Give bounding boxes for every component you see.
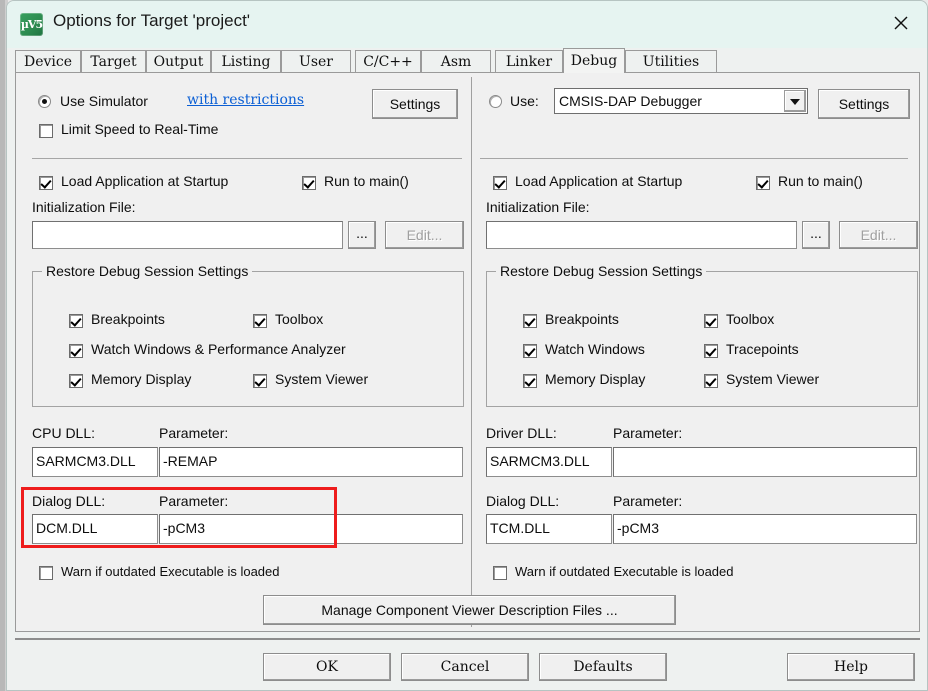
tab-cpp[interactable]: C/C++: [355, 50, 421, 73]
restore-tracepoints-checkbox-right[interactable]: [704, 344, 718, 358]
restore-breakpoints-label-right[interactable]: Breakpoints: [545, 311, 619, 327]
dialog-parameter-input-right[interactable]: -pCM3: [613, 514, 917, 544]
load-application-label-left[interactable]: Load Application at Startup: [61, 173, 228, 189]
cpu-parameter-input[interactable]: -REMAP: [159, 447, 463, 477]
title-bar: µV5 Options for Target 'project': [7, 1, 927, 48]
use-debugger-label[interactable]: Use:: [510, 93, 539, 109]
tab-utilities[interactable]: Utilities: [625, 50, 717, 73]
options-dialog-window: µV5 Options for Target 'project' Device …: [6, 0, 928, 691]
restore-breakpoints-checkbox-right[interactable]: [523, 314, 537, 328]
restore-system-viewer-label-right[interactable]: System Viewer: [726, 371, 819, 387]
restore-breakpoints-label-left[interactable]: Breakpoints: [91, 311, 165, 327]
chevron-down-icon[interactable]: [784, 90, 806, 112]
run-to-main-checkbox-left[interactable]: [302, 176, 316, 190]
restore-session-group-right: Restore Debug Session Settings Breakpoin…: [486, 263, 918, 407]
tab-user[interactable]: User: [281, 50, 351, 73]
use-simulator-radio[interactable]: [38, 95, 51, 108]
restore-session-title-left: Restore Debug Session Settings: [42, 263, 253, 279]
restore-toolbox-label-left[interactable]: Toolbox: [275, 311, 323, 327]
dialog-dll-label-right: Dialog DLL:: [486, 493, 560, 509]
browse-button-right[interactable]: ...: [802, 221, 830, 249]
dialog-dll-input-right[interactable]: TCM.DLL: [486, 514, 612, 544]
tab-target[interactable]: Target: [81, 50, 146, 73]
initialization-file-input-left[interactable]: [32, 221, 343, 249]
warn-outdated-label-left[interactable]: Warn if outdated Executable is loaded: [61, 564, 280, 579]
dialog-dll-label-left: Dialog DLL:: [32, 493, 106, 509]
initialization-file-label-left: Initialization File:: [32, 199, 136, 215]
edit-button-right[interactable]: Edit...: [839, 221, 918, 249]
initialization-file-input-right[interactable]: [486, 221, 797, 249]
load-application-checkbox-right[interactable]: [493, 176, 507, 190]
restore-breakpoints-checkbox-left[interactable]: [69, 314, 83, 328]
debug-tab-page: Use Simulator with restrictions Settings…: [15, 72, 920, 632]
initialization-file-label-right: Initialization File:: [486, 199, 590, 215]
dialog-dll-input-left[interactable]: DCM.DLL: [32, 514, 158, 544]
restore-watch-windows-label-left[interactable]: Watch Windows & Performance Analyzer: [91, 341, 346, 357]
warn-outdated-label-right[interactable]: Warn if outdated Executable is loaded: [515, 564, 734, 579]
restore-toolbox-label-right[interactable]: Toolbox: [726, 311, 774, 327]
use-simulator-label[interactable]: Use Simulator: [60, 93, 148, 109]
simulator-settings-button[interactable]: Settings: [372, 89, 458, 119]
restore-memory-display-checkbox-right[interactable]: [523, 374, 537, 388]
ok-button[interactable]: OK: [263, 653, 391, 681]
restore-watch-windows-checkbox-right[interactable]: [523, 344, 537, 358]
tab-output[interactable]: Output: [146, 50, 211, 73]
help-button[interactable]: Help: [787, 653, 915, 681]
run-to-main-checkbox-right[interactable]: [756, 176, 770, 190]
load-application-label-right[interactable]: Load Application at Startup: [515, 173, 682, 189]
manage-component-viewer-button[interactable]: Manage Component Viewer Description File…: [263, 595, 676, 625]
dialog-parameter-label-right: Parameter:: [613, 493, 683, 509]
edit-button-left[interactable]: Edit...: [385, 221, 464, 249]
debugger-select[interactable]: CMSIS-DAP Debugger: [554, 88, 808, 114]
restore-memory-display-label-right[interactable]: Memory Display: [545, 371, 645, 387]
debugger-select-value: CMSIS-DAP Debugger: [559, 93, 702, 109]
restore-session-group-left: Restore Debug Session Settings Breakpoin…: [32, 263, 464, 407]
dialog-parameter-label-left: Parameter:: [159, 493, 229, 509]
tab-strip: Device Target Output Listing User C/C++ …: [15, 48, 919, 73]
page-title: Options for Target 'project': [53, 11, 251, 30]
restore-system-viewer-checkbox-left[interactable]: [253, 374, 267, 388]
driver-dll-label: Driver DLL:: [486, 425, 557, 441]
run-to-main-label-left[interactable]: Run to main(): [324, 173, 409, 189]
warn-outdated-checkbox-right[interactable]: [493, 566, 507, 580]
tab-asm[interactable]: Asm: [421, 50, 491, 73]
load-application-checkbox-left[interactable]: [39, 176, 53, 190]
keil-uvision-icon: µV5: [20, 13, 43, 36]
restore-toolbox-checkbox-right[interactable]: [704, 314, 718, 328]
limit-speed-checkbox[interactable]: [39, 124, 53, 138]
driver-parameter-label: Parameter:: [613, 425, 683, 441]
restore-tracepoints-label-right[interactable]: Tracepoints: [726, 341, 799, 357]
restore-session-title-right: Restore Debug Session Settings: [496, 263, 707, 279]
run-to-main-label-right[interactable]: Run to main(): [778, 173, 863, 189]
restore-watch-windows-checkbox-left[interactable]: [69, 344, 83, 358]
restore-watch-windows-label-right[interactable]: Watch Windows: [545, 341, 645, 357]
defaults-button[interactable]: Defaults: [539, 653, 667, 681]
driver-parameter-input[interactable]: [613, 447, 917, 477]
debugger-panel: Use: CMSIS-DAP Debugger Settings Load Ap…: [472, 73, 919, 631]
cpu-dll-input[interactable]: SARMCM3.DLL: [32, 447, 158, 477]
restore-memory-display-checkbox-left[interactable]: [69, 374, 83, 388]
simulator-panel: Use Simulator with restrictions Settings…: [16, 73, 471, 631]
driver-dll-input[interactable]: SARMCM3.DLL: [486, 447, 612, 477]
tab-debug[interactable]: Debug: [563, 48, 625, 73]
limit-speed-label[interactable]: Limit Speed to Real-Time: [61, 121, 218, 137]
dialog-parameter-input-left[interactable]: -pCM3: [159, 514, 463, 544]
footer-separator: [15, 638, 920, 640]
restore-memory-display-label-left[interactable]: Memory Display: [91, 371, 191, 387]
tab-device[interactable]: Device: [15, 50, 81, 73]
tab-listing[interactable]: Listing: [211, 50, 281, 73]
tab-linker[interactable]: Linker: [495, 50, 563, 73]
restore-system-viewer-label-left[interactable]: System Viewer: [275, 371, 368, 387]
close-icon[interactable]: [875, 1, 927, 47]
use-debugger-radio[interactable]: [489, 95, 502, 108]
cpu-parameter-label: Parameter:: [159, 425, 229, 441]
restore-toolbox-checkbox-left[interactable]: [253, 314, 267, 328]
cpu-dll-label: CPU DLL:: [32, 425, 96, 441]
browse-button-left[interactable]: ...: [348, 221, 376, 249]
cancel-button[interactable]: Cancel: [401, 653, 529, 681]
warn-outdated-checkbox-left[interactable]: [39, 566, 53, 580]
restore-system-viewer-checkbox-right[interactable]: [704, 374, 718, 388]
debugger-settings-button[interactable]: Settings: [818, 89, 910, 119]
with-restrictions-link[interactable]: with restrictions: [187, 92, 304, 108]
